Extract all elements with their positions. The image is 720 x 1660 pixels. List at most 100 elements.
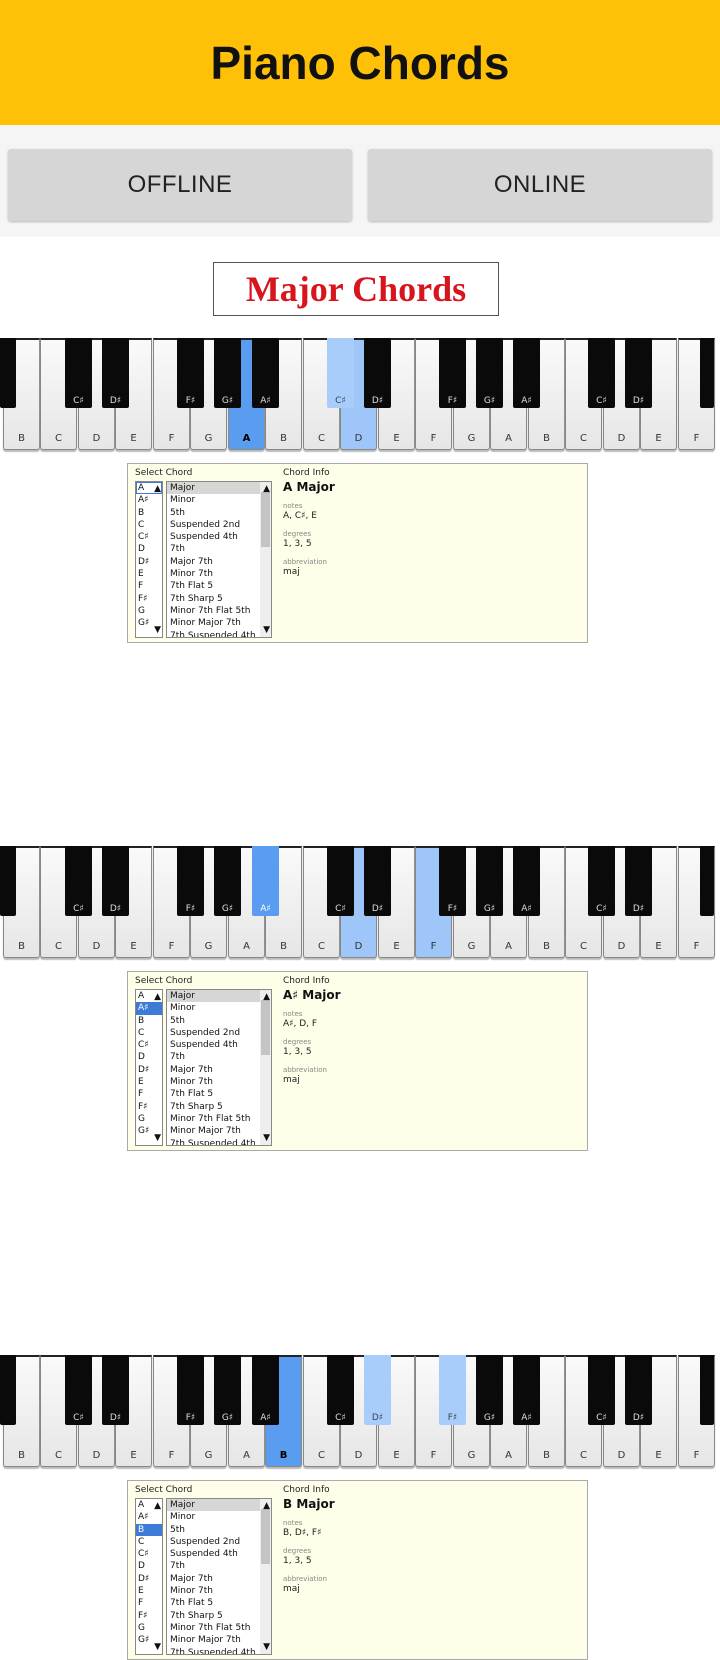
black-key[interactable] — [700, 1355, 714, 1425]
black-key[interactable]: C♯ — [327, 338, 354, 408]
chord-type-scrollbar[interactable]: ▲ ▼ — [260, 1499, 271, 1654]
scroll-down-arrow-icon[interactable]: ▼ — [260, 1132, 270, 1144]
chord-type-option[interactable]: Suspended 4th — [167, 531, 271, 543]
black-key[interactable]: A♯ — [252, 1355, 279, 1425]
black-key[interactable]: F♯ — [177, 1355, 204, 1425]
black-key[interactable]: A♯ — [513, 338, 540, 408]
chord-type-option[interactable]: Minor Major 7th — [167, 617, 271, 629]
black-key[interactable]: G♯ — [476, 846, 503, 916]
black-key[interactable]: C♯ — [588, 846, 615, 916]
offline-button[interactable]: OFFLINE — [8, 149, 352, 221]
black-key[interactable]: C♯ — [588, 1355, 615, 1425]
scroll-up-arrow-icon[interactable]: ▲ — [260, 1500, 270, 1512]
root-list-scrollbar[interactable]: ▲ ▼ — [154, 482, 162, 637]
chord-type-option[interactable]: Major 7th — [167, 1064, 271, 1076]
black-key[interactable]: D♯ — [102, 338, 129, 408]
chord-type-option[interactable]: Minor 7th — [167, 1585, 271, 1597]
chord-type-option[interactable]: Minor 7th Flat 5th — [167, 1622, 271, 1634]
chord-type-scrollbar[interactable]: ▲ ▼ — [260, 482, 271, 637]
chord-type-option[interactable]: Major — [167, 990, 271, 1003]
chord-type-list[interactable]: Major Minor 5th Suspended 2nd Suspended 4th 7… — [166, 989, 272, 1146]
chord-type-option[interactable]: Minor Major 7th — [167, 1125, 271, 1137]
scroll-up-arrow-icon[interactable]: ▲ — [260, 991, 270, 1003]
black-key[interactable] — [0, 1355, 16, 1425]
black-key[interactable]: A♯ — [513, 1355, 540, 1425]
root-list-scrollbar[interactable]: ▲ ▼ — [154, 990, 162, 1145]
black-key[interactable] — [700, 846, 714, 916]
chord-type-option[interactable]: Minor — [167, 1511, 271, 1523]
chord-type-option[interactable]: 7th Flat 5 — [167, 1088, 271, 1100]
chord-type-option[interactable]: 7th Suspended 4th — [167, 1138, 271, 1145]
black-key[interactable]: D♯ — [625, 338, 652, 408]
chord-type-option[interactable]: 5th — [167, 1015, 271, 1027]
black-key[interactable]: A♯ — [252, 846, 279, 916]
black-key[interactable] — [0, 846, 16, 916]
chord-type-option[interactable]: Minor 7th Flat 5th — [167, 605, 271, 617]
black-key[interactable]: C♯ — [588, 338, 615, 408]
chord-type-option[interactable]: 7th Sharp 5 — [167, 593, 271, 605]
chord-type-option[interactable]: 7th Sharp 5 — [167, 1101, 271, 1113]
root-note-list[interactable]: A A♯ B C C♯ D D♯ E F F♯ G G♯ ▲ ▼ — [135, 1498, 163, 1655]
chord-type-option[interactable]: 7th Sharp 5 — [167, 1610, 271, 1622]
chord-type-option[interactable]: 7th — [167, 1560, 271, 1572]
scroll-down-arrow-icon[interactable]: ▼ — [260, 624, 270, 636]
chord-type-option[interactable]: Major — [167, 482, 271, 495]
chord-type-option[interactable]: 7th Flat 5 — [167, 580, 271, 592]
chord-type-option[interactable]: Minor 7th Flat 5th — [167, 1113, 271, 1125]
scroll-down-arrow-icon[interactable]: ▼ — [260, 1641, 270, 1653]
black-key[interactable]: D♯ — [364, 846, 391, 916]
chord-type-option[interactable]: 7th — [167, 1051, 271, 1063]
scroll-up-arrow-icon[interactable]: ▲ — [152, 1500, 161, 1512]
chord-type-option[interactable]: 7th Suspended 4th — [167, 1647, 271, 1654]
chord-type-option[interactable]: Minor — [167, 494, 271, 506]
black-key[interactable]: F♯ — [177, 338, 204, 408]
chord-type-option[interactable]: Minor — [167, 1002, 271, 1014]
black-key[interactable]: A♯ — [252, 338, 279, 408]
chord-type-option[interactable]: 7th Flat 5 — [167, 1597, 271, 1609]
black-key[interactable]: D♯ — [102, 846, 129, 916]
black-key[interactable]: G♯ — [214, 846, 241, 916]
black-key[interactable]: G♯ — [214, 338, 241, 408]
black-key[interactable]: C♯ — [327, 1355, 354, 1425]
black-key[interactable]: D♯ — [364, 338, 391, 408]
black-key[interactable]: D♯ — [364, 1355, 391, 1425]
chord-type-option[interactable]: Suspended 2nd — [167, 1536, 271, 1548]
black-key[interactable]: C♯ — [65, 338, 92, 408]
black-key[interactable]: A♯ — [513, 846, 540, 916]
scrollbar-thumb[interactable] — [261, 1509, 270, 1564]
root-list-scrollbar[interactable]: ▲ ▼ — [154, 1499, 162, 1654]
black-key[interactable]: F♯ — [439, 1355, 466, 1425]
black-key[interactable]: D♯ — [625, 1355, 652, 1425]
online-button[interactable]: ONLINE — [368, 149, 712, 221]
black-key[interactable]: F♯ — [439, 338, 466, 408]
chord-type-option[interactable]: Major 7th — [167, 556, 271, 568]
chord-type-option[interactable]: Suspended 2nd — [167, 519, 271, 531]
black-key[interactable]: G♯ — [214, 1355, 241, 1425]
chord-type-option[interactable]: Major 7th — [167, 1573, 271, 1585]
black-key[interactable]: G♯ — [476, 1355, 503, 1425]
black-key[interactable]: G♯ — [476, 338, 503, 408]
black-key[interactable]: C♯ — [65, 846, 92, 916]
chord-type-option[interactable]: Minor Major 7th — [167, 1634, 271, 1646]
scrollbar-thumb[interactable] — [261, 1000, 270, 1055]
chord-type-list[interactable]: Major Minor 5th Suspended 2nd Suspended 4th 7… — [166, 481, 272, 638]
scroll-up-arrow-icon[interactable]: ▲ — [260, 483, 270, 495]
scrollbar-thumb[interactable] — [261, 492, 270, 547]
chord-type-list[interactable]: Major Minor 5th Suspended 2nd Suspended 4th 7… — [166, 1498, 272, 1655]
chord-type-option[interactable]: 7th — [167, 543, 271, 555]
black-key[interactable]: C♯ — [327, 846, 354, 916]
scroll-down-arrow-icon[interactable]: ▼ — [152, 1641, 161, 1653]
chord-type-option[interactable]: 5th — [167, 507, 271, 519]
scroll-up-arrow-icon[interactable]: ▲ — [152, 991, 161, 1003]
black-key[interactable] — [0, 338, 16, 408]
black-key[interactable]: F♯ — [439, 846, 466, 916]
chord-type-option[interactable]: Minor 7th — [167, 1076, 271, 1088]
chord-type-option[interactable]: Suspended 4th — [167, 1548, 271, 1560]
chord-type-option[interactable]: 5th — [167, 1524, 271, 1536]
root-note-list[interactable]: A A♯ B C C♯ D D♯ E F F♯ G G♯ ▲ ▼ — [135, 989, 163, 1146]
black-key[interactable] — [700, 338, 714, 408]
root-note-list[interactable]: A A♯ B C C♯ D D♯ E F F♯ G G♯ ▲ ▼ — [135, 481, 163, 638]
scroll-down-arrow-icon[interactable]: ▼ — [152, 624, 161, 636]
scroll-up-arrow-icon[interactable]: ▲ — [152, 483, 161, 495]
chord-type-option[interactable]: Suspended 2nd — [167, 1027, 271, 1039]
